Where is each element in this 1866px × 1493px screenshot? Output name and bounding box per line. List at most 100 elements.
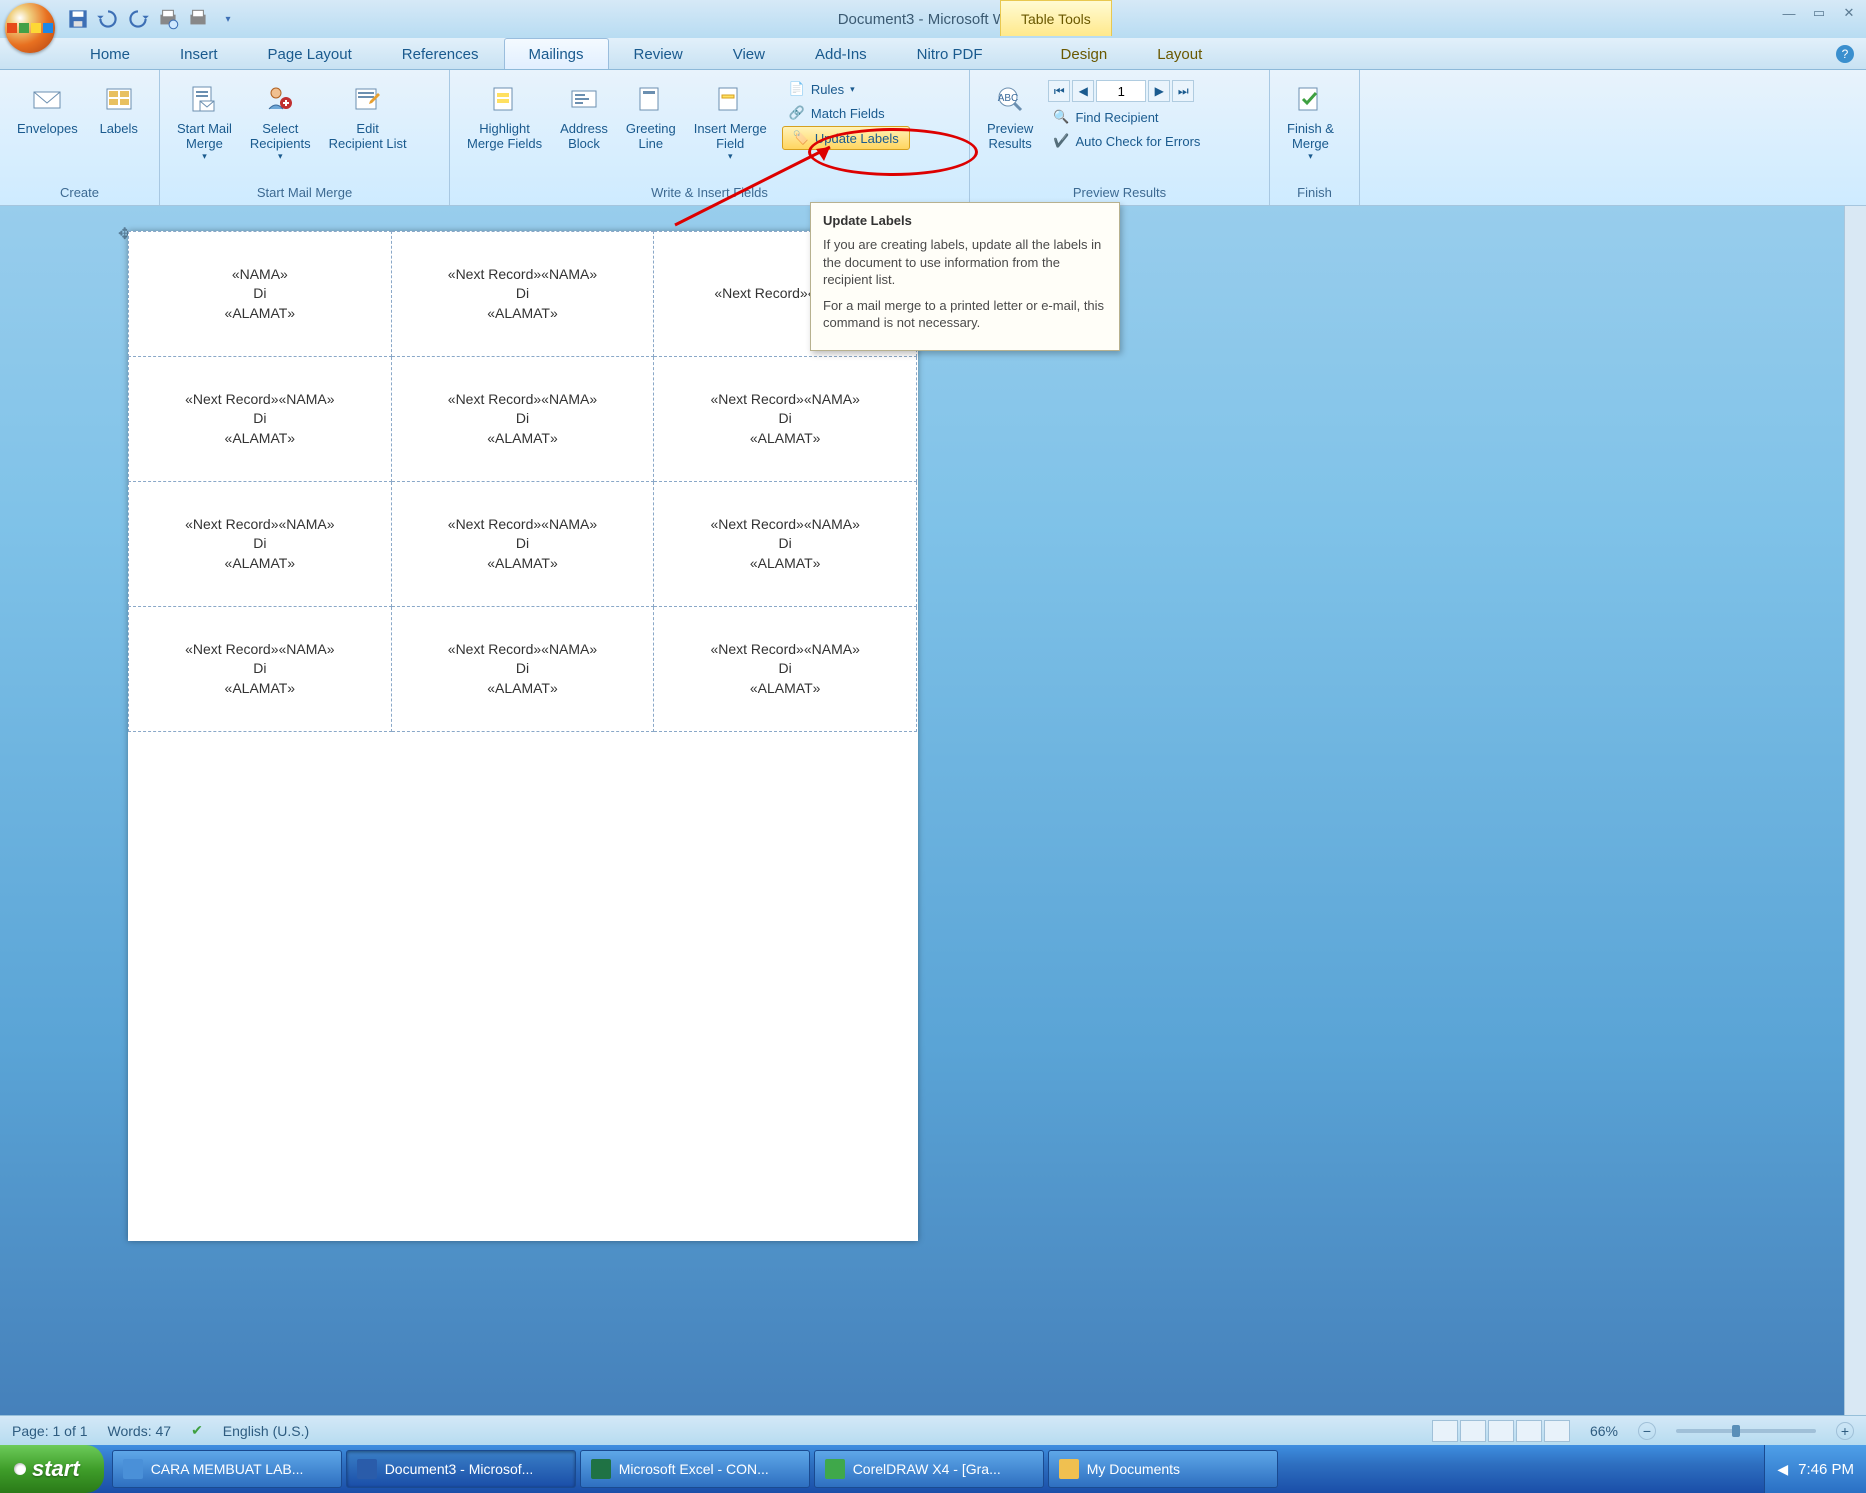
tab-layout[interactable]: Layout <box>1132 38 1227 69</box>
next-record-button[interactable]: ▶ <box>1148 80 1170 102</box>
taskbar-item-mydocs[interactable]: My Documents <box>1048 1450 1278 1488</box>
first-record-button[interactable]: ⏮ <box>1048 80 1070 102</box>
view-outline-button[interactable] <box>1516 1420 1542 1442</box>
help-icon[interactable]: ? <box>1836 45 1854 63</box>
select-recipients-button[interactable]: Select Recipients ▾ <box>241 74 320 167</box>
tooltip-body-2: For a mail merge to a printed letter or … <box>823 297 1107 332</box>
undo-icon[interactable] <box>95 6 121 32</box>
label-cell[interactable]: «Next Record»«NAMA» Di «ALAMAT» <box>654 482 917 607</box>
tab-references[interactable]: References <box>377 38 504 69</box>
tab-home[interactable]: Home <box>65 38 155 69</box>
prev-record-button[interactable]: ◀ <box>1072 80 1094 102</box>
qat-more-icon[interactable]: ▾ <box>215 6 241 32</box>
labels-button[interactable]: Labels <box>87 74 151 141</box>
zoom-in-button[interactable]: + <box>1836 1422 1854 1440</box>
envelopes-button[interactable]: Envelopes <box>8 74 87 141</box>
start-label: start <box>32 1456 80 1482</box>
view-full-screen-button[interactable] <box>1460 1420 1486 1442</box>
tooltip-title: Update Labels <box>823 213 1107 228</box>
minimize-button[interactable]: — <box>1780 4 1798 22</box>
status-page[interactable]: Page: 1 of 1 <box>12 1423 88 1439</box>
label-cell[interactable]: «Next Record»«NAMA» Di «ALAMAT» <box>391 232 654 357</box>
insert-merge-field-button[interactable]: Insert Merge Field ▾ <box>685 74 776 167</box>
clock[interactable]: 7:46 PM <box>1798 1461 1854 1478</box>
zoom-out-button[interactable]: − <box>1638 1422 1656 1440</box>
zoom-slider[interactable] <box>1676 1429 1816 1433</box>
taskbar-item-excel[interactable]: Microsoft Excel - CON... <box>580 1450 810 1488</box>
label-cell[interactable]: «Next Record»«NAMA» Di «ALAMAT» <box>129 607 392 732</box>
taskbar-item-cara[interactable]: CARA MEMBUAT LAB... <box>112 1450 342 1488</box>
tooltip-update-labels: Update Labels If you are creating labels… <box>810 202 1120 351</box>
label-cell[interactable]: «Next Record»«NAMA» Di «ALAMAT» <box>391 482 654 607</box>
tab-add-ins[interactable]: Add-Ins <box>790 38 892 69</box>
taskbar-item-corel[interactable]: CorelDRAW X4 - [Gra... <box>814 1450 1044 1488</box>
label-cell[interactable]: «Next Record»«NAMA» Di «ALAMAT» <box>654 357 917 482</box>
preview-results-label: Preview Results <box>987 121 1033 151</box>
update-labels-button[interactable]: 🏷️ Update Labels <box>782 126 910 150</box>
label-cell[interactable]: «Next Record»«NAMA» Di «ALAMAT» <box>129 482 392 607</box>
status-words[interactable]: Words: 47 <box>108 1423 172 1439</box>
tab-page-layout[interactable]: Page Layout <box>243 38 377 69</box>
select-recipients-label: Select Recipients <box>250 121 311 151</box>
tab-nitro-pdf[interactable]: Nitro PDF <box>892 38 1008 69</box>
edit-recipient-list-button[interactable]: Edit Recipient List <box>320 74 416 156</box>
match-fields-label: Match Fields <box>811 106 885 121</box>
start-button[interactable]: start <box>0 1445 104 1493</box>
edit-recipient-list-label: Edit Recipient List <box>329 121 407 151</box>
tab-review[interactable]: Review <box>609 38 708 69</box>
last-record-button[interactable]: ⏭ <box>1172 80 1194 102</box>
label-cell[interactable]: «NAMA» Di «ALAMAT» <box>129 232 392 357</box>
address-block-icon <box>564 79 604 119</box>
greeting-line-button[interactable]: Greeting Line <box>617 74 685 156</box>
tray-expand-icon[interactable]: ◀ <box>1777 1461 1788 1478</box>
view-print-layout-button[interactable] <box>1432 1420 1458 1442</box>
status-language[interactable]: English (U.S.) <box>223 1423 309 1439</box>
envelopes-label: Envelopes <box>17 121 78 136</box>
tab-view[interactable]: View <box>708 38 790 69</box>
start-mail-merge-label: Start Mail Merge <box>177 121 232 151</box>
ribbon: Envelopes Labels Create Start Mail Merge… <box>0 70 1866 206</box>
taskbar-item-label: Document3 - Microsof... <box>385 1461 534 1477</box>
recipients-icon <box>260 79 300 119</box>
view-buttons <box>1432 1420 1570 1442</box>
print-preview-icon[interactable] <box>155 6 181 32</box>
auto-check-errors-button[interactable]: ✔️ Auto Check for Errors <box>1046 130 1207 152</box>
label-cell[interactable]: «Next Record»«NAMA» Di «ALAMAT» <box>391 607 654 732</box>
proofing-icon[interactable]: ✔ <box>191 1422 203 1439</box>
preview-results-button[interactable]: ABC Preview Results <box>978 74 1042 156</box>
view-web-layout-button[interactable] <box>1488 1420 1514 1442</box>
rules-button[interactable]: 📄 Rules ▾ <box>782 78 910 100</box>
match-fields-icon: 🔗 <box>789 105 805 121</box>
restore-button[interactable]: ▭ <box>1810 4 1828 22</box>
find-recipient-button[interactable]: 🔍 Find Recipient <box>1046 106 1207 128</box>
tab-insert[interactable]: Insert <box>155 38 243 69</box>
address-block-label: Address Block <box>560 121 608 151</box>
group-finish-label: Finish <box>1270 183 1359 205</box>
vertical-scrollbar[interactable] <box>1844 206 1866 1443</box>
tab-design[interactable]: Design <box>1036 38 1133 69</box>
ribbon-tabs: Home Insert Page Layout References Maili… <box>0 38 1866 70</box>
highlight-merge-fields-button[interactable]: Highlight Merge Fields <box>458 74 551 156</box>
record-number-input[interactable] <box>1096 80 1146 102</box>
corel-icon <box>825 1459 845 1479</box>
label-cell[interactable]: «Next Record»«NAMA» Di «ALAMAT» <box>391 357 654 482</box>
close-button[interactable]: ✕ <box>1840 4 1858 22</box>
quick-print-icon[interactable] <box>185 6 211 32</box>
highlight-icon <box>485 79 525 119</box>
redo-icon[interactable] <box>125 6 151 32</box>
label-cell[interactable]: «Next Record»«NAMA» Di «ALAMAT» <box>654 607 917 732</box>
finish-merge-button[interactable]: Finish & Merge ▾ <box>1278 74 1343 167</box>
start-mail-merge-button[interactable]: Start Mail Merge ▾ <box>168 74 241 167</box>
address-block-button[interactable]: Address Block <box>551 74 617 156</box>
view-draft-button[interactable] <box>1544 1420 1570 1442</box>
taskbar-item-word[interactable]: Document3 - Microsof... <box>346 1450 576 1488</box>
save-icon[interactable] <box>65 6 91 32</box>
label-cell[interactable]: «Next Record»«NAMA» Di «ALAMAT» <box>129 357 392 482</box>
finish-icon <box>1290 79 1330 119</box>
tab-mailings[interactable]: Mailings <box>504 38 609 69</box>
document-page[interactable]: «NAMA» Di «ALAMAT» «Next Record»«NAMA» D… <box>128 231 918 1241</box>
system-tray[interactable]: ◀ 7:46 PM <box>1764 1445 1866 1493</box>
zoom-level[interactable]: 66% <box>1590 1423 1618 1439</box>
match-fields-button[interactable]: 🔗 Match Fields <box>782 102 910 124</box>
office-button[interactable] <box>5 3 55 53</box>
